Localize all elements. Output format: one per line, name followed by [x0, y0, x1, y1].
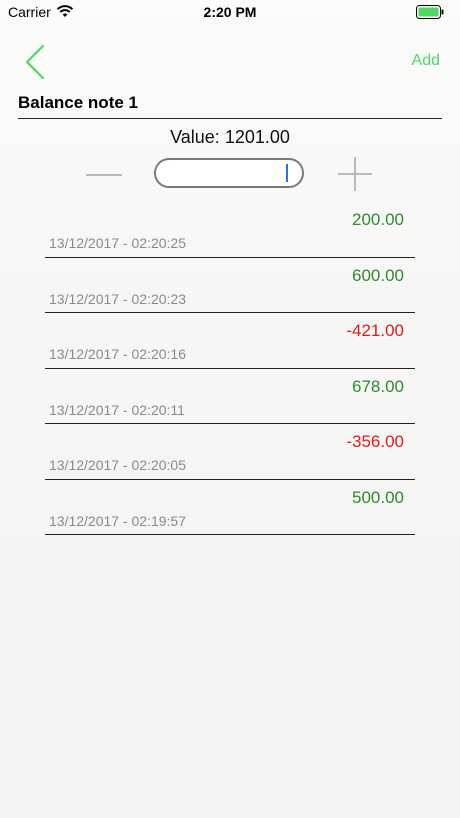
chevron-left-icon[interactable] — [22, 44, 50, 80]
entry-date: 13/12/2017 - 02:20:25 — [49, 235, 187, 251]
value-amount: 1201.00 — [224, 127, 290, 147]
list-item[interactable]: -356.00 13/12/2017 - 02:20:05 — [45, 424, 415, 480]
list-item[interactable]: -421.00 13/12/2017 - 02:20:16 — [45, 313, 415, 369]
entry-date: 13/12/2017 - 02:20:11 — [49, 401, 185, 418]
plus-icon[interactable] — [338, 157, 372, 191]
entry-date: 13/12/2017 - 02:20:16 — [49, 346, 187, 362]
list-item[interactable]: 200.00 13/12/2017 - 02:20:25 — [45, 202, 415, 258]
entry-date: 13/12/2017 - 02:19:57 — [49, 512, 187, 529]
list-item[interactable]: 600.00 13/12/2017 - 02:20:23 — [45, 258, 415, 313]
balance-value: Value: 1201.00 — [0, 127, 460, 148]
entries-list: 200.00 13/12/2017 - 02:20:25 600.00 13/1… — [45, 202, 415, 535]
entry-amount: 500.00 — [352, 487, 404, 507]
list-item[interactable]: 678.00 13/12/2017 - 02:20:11 — [45, 369, 415, 424]
entry-date: 13/12/2017 - 02:20:05 — [49, 457, 187, 473]
entry-date: 13/12/2017 - 02:20:23 — [49, 290, 187, 307]
amount-input[interactable] — [168, 162, 282, 184]
entry-amount: -356.00 — [346, 432, 404, 451]
status-bar: Carrier 2:20 PM — [0, 0, 460, 24]
value-label: Value: — [170, 127, 220, 147]
text-cursor — [286, 164, 288, 182]
entry-amount: 600.00 — [352, 265, 404, 285]
note-title: Balance note 1 — [18, 93, 138, 112]
title-divider — [18, 118, 442, 119]
battery-icon — [416, 5, 444, 19]
amount-input-field[interactable] — [154, 158, 304, 188]
add-button[interactable]: Add — [412, 52, 440, 70]
entry-amount: -421.00 — [346, 321, 404, 340]
status-time: 2:20 PM — [203, 4, 257, 20]
list-item[interactable]: 500.00 13/12/2017 - 02:19:57 — [45, 480, 415, 535]
minus-icon[interactable] — [86, 165, 122, 185]
entry-amount: 200.00 — [352, 210, 404, 229]
entry-amount: 678.00 — [352, 376, 404, 396]
